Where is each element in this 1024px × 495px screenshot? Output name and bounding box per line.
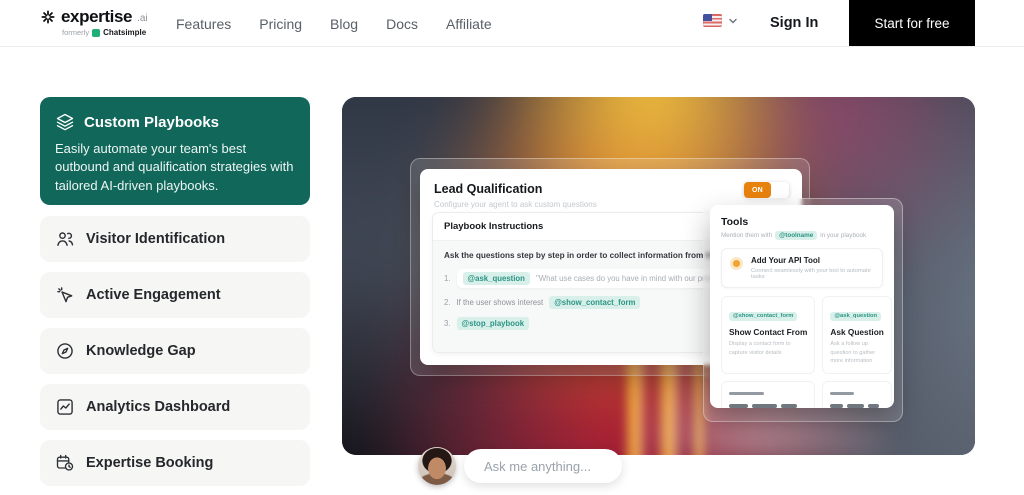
start-for-free-button[interactable]: Start for free: [849, 0, 975, 46]
nav-item-pricing[interactable]: Pricing: [259, 16, 302, 32]
sidebar-item-label: Visitor Identification: [86, 231, 226, 247]
step-number: 3.: [444, 319, 451, 328]
expertise-burst-icon: [40, 9, 56, 25]
api-tool-title: Add Your API Tool: [751, 256, 821, 265]
tool-title: Ask Question: [830, 327, 884, 337]
tool-tag: @ask_question: [830, 311, 882, 321]
sidebar-active-title: Custom Playbooks: [84, 113, 220, 131]
assistant-avatar[interactable]: [418, 447, 456, 485]
sidebar-item-active-engagement[interactable]: Active Engagement: [40, 272, 310, 318]
page: expertise .ai formerly Chatsimple Featur…: [0, 0, 1024, 495]
tools-title: Tools: [721, 216, 749, 228]
tool-description: Display a contact form to capture visito…: [729, 341, 791, 356]
chat-widget: [418, 447, 622, 485]
tool-card-ask-question[interactable]: @ask_question Ask Question Ask a follow …: [822, 296, 892, 374]
tools-subtitle-pre: Mention them with: [721, 232, 773, 239]
tools-grid: @show_contact_form Show Contact From Dis…: [721, 296, 892, 408]
add-api-tool-card[interactable]: Add Your API Tool Connect seamlessly wit…: [721, 248, 883, 288]
layers-icon: [55, 112, 75, 132]
analytics-chart-icon: [55, 397, 75, 417]
formerly-label: formerly: [62, 28, 90, 37]
nav-item-docs[interactable]: Docs: [386, 16, 418, 32]
logo-name: expertise: [61, 7, 133, 26]
playbook-tag[interactable]: @ask_question: [462, 272, 530, 285]
us-flag-icon: [703, 14, 722, 27]
cursor-engagement-icon: [55, 285, 75, 305]
playbook-toggle[interactable]: ON: [744, 182, 789, 198]
sidebar-item-label: Active Engagement: [86, 287, 221, 303]
sidebar-item-custom-playbooks[interactable]: Custom Playbooks Easily automate your te…: [40, 97, 310, 205]
sidebar-active-description: Easily automate your team's best outboun…: [55, 141, 294, 193]
nav-item-blog[interactable]: Blog: [330, 16, 358, 32]
users-icon: [55, 229, 75, 249]
tool-description: Ask a follow up question to gather more …: [830, 341, 876, 365]
sidebar-item-label: Analytics Dashboard: [86, 399, 231, 415]
compass-icon: [55, 341, 75, 361]
hero-product-preview: Lead Qualification Configure your agent …: [342, 97, 975, 455]
api-tool-icon: [730, 257, 743, 270]
main-nav: Features Pricing Blog Docs Affiliate: [176, 0, 492, 47]
skeleton-tool-card: [822, 380, 892, 408]
step-number: 1.: [444, 274, 451, 283]
language-selector[interactable]: [703, 14, 738, 27]
playbook-tag[interactable]: @show_contact_form: [549, 296, 641, 309]
tools-subtitle: Mention them with @toolname in your play…: [721, 231, 883, 240]
tools-subtitle-post: in your playbook: [820, 232, 867, 239]
tool-tag: @show_contact_form: [729, 311, 798, 321]
toolname-tag: @toolname: [775, 231, 818, 240]
chevron-down-icon: [728, 16, 738, 26]
sidebar-item-label: Knowledge Gap: [86, 343, 196, 359]
step-question-text: "What use cases do you have in mind with…: [535, 274, 731, 283]
top-navigation-bar: expertise .ai formerly Chatsimple Featur…: [0, 0, 1024, 47]
step-condition-text: If the user shows interest: [456, 298, 544, 307]
tool-card-show-contact-form[interactable]: @show_contact_form Show Contact From Dis…: [721, 296, 816, 374]
step-number: 2.: [444, 298, 451, 307]
logo-suffix: .ai: [137, 13, 148, 24]
playbook-tag[interactable]: @stop_playbook: [456, 317, 530, 330]
tools-panel: Tools Mention them with @toolname in you…: [710, 205, 894, 408]
ask-me-anything-input[interactable]: [464, 449, 622, 483]
logo[interactable]: expertise .ai formerly Chatsimple: [40, 7, 148, 37]
skeleton-tool-card: [721, 380, 816, 408]
nav-item-features[interactable]: Features: [176, 16, 231, 32]
sidebar-item-label: Expertise Booking: [86, 455, 214, 471]
sidebar-item-analytics-dashboard[interactable]: Analytics Dashboard: [40, 384, 310, 430]
chatsimple-label: Chatsimple: [103, 28, 147, 37]
chatsimple-icon: [92, 28, 101, 37]
step-content-pill: @ask_question "What use cases do you hav…: [456, 269, 737, 288]
sidebar-item-knowledge-gap[interactable]: Knowledge Gap: [40, 328, 310, 374]
calendar-clock-icon: [55, 453, 75, 473]
sidebar-item-expertise-booking[interactable]: Expertise Booking: [40, 440, 310, 486]
tool-title: Show Contact From: [729, 327, 808, 337]
sign-in-link[interactable]: Sign In: [770, 0, 818, 47]
api-tool-description: Connect seamlessly with your tool to aut…: [751, 268, 871, 280]
sidebar-item-visitor-identification[interactable]: Visitor Identification: [40, 216, 310, 262]
toggle-on-badge: ON: [744, 182, 771, 198]
lead-panel-title: Lead Qualification: [434, 182, 543, 196]
nav-item-affiliate[interactable]: Affiliate: [446, 16, 492, 32]
feature-sidebar: Custom Playbooks Easily automate your te…: [40, 97, 310, 495]
